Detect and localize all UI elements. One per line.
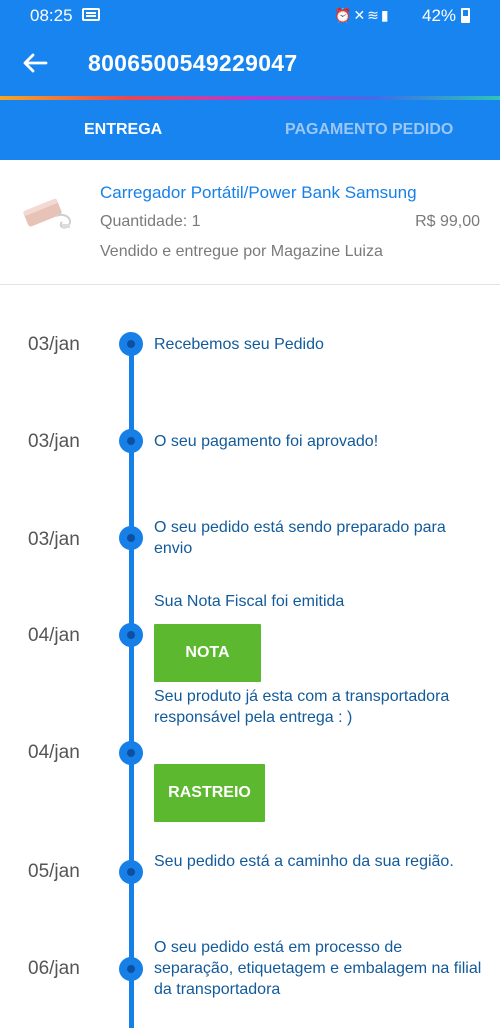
tab-bar: ENTREGA PAGAMENTO PEDIDO: [0, 100, 500, 160]
event-date: 06/jan: [28, 958, 80, 979]
product-name[interactable]: Carregador Portátil/Power Bank Samsung: [100, 183, 417, 203]
event-date: 04/jan: [28, 742, 80, 763]
event-text: Recebemos seu Pedido: [154, 336, 324, 353]
timeline-dot-icon: [119, 957, 143, 981]
timeline-dot-icon: [119, 623, 143, 647]
timeline-dot-icon: [119, 332, 143, 356]
system-icons: ⏰✕≋▮: [334, 7, 391, 24]
wifi-icon: ≋: [367, 7, 381, 23]
product-card: Carregador Portátil/Power Bank Samsung Q…: [0, 160, 500, 285]
back-arrow-icon[interactable]: [20, 48, 50, 78]
mute-icon: ✕: [353, 7, 368, 23]
event-text: Seu pedido está a caminho da sua região.: [154, 853, 454, 870]
event-date: 03/jan: [28, 529, 80, 550]
event-date: 04/jan: [28, 625, 80, 646]
event-date: 05/jan: [28, 861, 80, 882]
alarm-icon: ⏰: [334, 7, 354, 23]
event-date: 03/jan: [28, 431, 80, 452]
event-text: O seu pagamento foi aprovado!: [154, 433, 379, 450]
event-date: 03/jan: [28, 334, 80, 355]
product-price: R$ 99,00: [415, 213, 480, 230]
event-text: O seu pedido está sendo preparado para e…: [154, 519, 446, 557]
battery-icon: [461, 8, 470, 23]
message-icon: [82, 8, 100, 21]
product-quantity: Quantidade: 1: [100, 213, 201, 230]
tab-entrega[interactable]: ENTREGA: [84, 100, 162, 160]
rastreio-button[interactable]: RASTREIO: [154, 764, 265, 822]
event-text: O seu pedido está em processo de separaç…: [154, 939, 482, 998]
product-image: [18, 186, 78, 234]
product-seller: Vendido e entregue por Magazine Luiza: [100, 243, 383, 260]
app-bar: 8006500549229047: [0, 32, 500, 96]
status-bar: 08:25 ⏰✕≋▮ 42%: [0, 0, 500, 32]
timeline-dot-icon: [119, 860, 143, 884]
timeline-dot-icon: [119, 741, 143, 765]
tab-pagamento-pedido[interactable]: PAGAMENTO PEDIDO: [285, 100, 453, 160]
signal-icon: ▮: [380, 7, 391, 23]
event-text: Seu produto já esta com a transportadora…: [154, 688, 450, 726]
timeline-dot-icon: [119, 526, 143, 550]
status-time: 08:25: [30, 6, 73, 25]
event-text: Sua Nota Fiscal foi emitida: [154, 593, 345, 610]
battery-percentage: 42%: [422, 6, 457, 25]
nota-button[interactable]: NOTA: [154, 624, 261, 682]
timeline-dot-icon: [119, 429, 143, 453]
order-number-title: 8006500549229047: [88, 50, 298, 76]
